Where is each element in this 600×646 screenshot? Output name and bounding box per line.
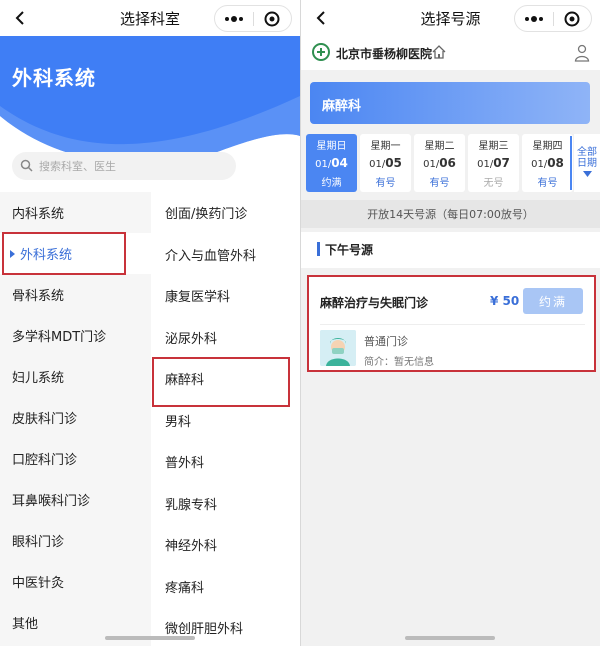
chevron-down-icon <box>582 169 592 180</box>
category-item[interactable]: 口腔科门诊 <box>0 438 151 479</box>
subdepartment-item[interactable]: 普外科 <box>151 441 300 483</box>
category-item[interactable]: 眼科门诊 <box>0 520 151 561</box>
hospital-name: 北京市垂杨柳医院 <box>336 47 433 61</box>
hero-title: 外科系统 <box>12 66 96 90</box>
subdepartment-item[interactable]: 介入与血管外科 <box>151 234 300 276</box>
date-card[interactable]: 星期二 01/06 有号 <box>414 134 465 192</box>
subdepartment-item[interactable]: 疼痛科 <box>151 566 300 608</box>
schedule-selection-screen: 选择号源 北京市垂杨柳医院 麻醉科 星期日 01/04 约满 星期一 01/05… <box>301 0 600 646</box>
subdepartment-item[interactable]: 泌尿外科 <box>151 317 300 359</box>
hospital-header: 北京市垂杨柳医院 <box>301 36 600 70</box>
nav-title: 选择科室 <box>119 9 180 28</box>
nav-title: 选择号源 <box>420 9 481 28</box>
subdepartment-item[interactable]: 乳腺专科 <box>151 483 300 525</box>
department-name: 麻醉科 <box>322 99 362 114</box>
date-selector: 星期日 01/04 约满 星期一 01/05 有号 星期二 01/06 有号 星… <box>304 134 600 194</box>
category-item[interactable]: 骨科系统 <box>0 274 151 315</box>
department-selection-screen: 选择科室 外科系统 搜索科室、医生 内科系统 外科系统 骨科系统 多学科MDT门… <box>0 0 300 646</box>
search-icon <box>20 157 33 176</box>
category-item[interactable]: 耳鼻喉科门诊 <box>0 479 151 520</box>
nav-bar: 选择号源 <box>301 0 600 36</box>
date-card[interactable]: 星期三 01/07 无号 <box>468 134 519 192</box>
release-notice: 开放14天号源（每日07:00放号） <box>301 200 600 228</box>
highlight-box <box>152 357 290 407</box>
highlight-box <box>307 275 596 372</box>
back-icon[interactable] <box>10 7 30 29</box>
home-indicator <box>405 636 495 640</box>
section-header: 下午号源 <box>301 232 600 268</box>
more-icon[interactable] <box>215 6 253 31</box>
category-item[interactable]: 内科系统 <box>0 192 151 233</box>
section-title: 下午号源 <box>325 243 374 257</box>
date-card[interactable]: 星期一 01/05 有号 <box>360 134 411 192</box>
user-icon[interactable] <box>574 44 590 66</box>
back-icon[interactable] <box>311 7 331 29</box>
all-dates-button[interactable]: 全部 日期 <box>574 134 600 192</box>
date-card-selected[interactable]: 星期日 01/04 约满 <box>306 134 357 192</box>
category-item[interactable]: 皮肤科门诊 <box>0 397 151 438</box>
more-icon[interactable] <box>515 6 553 31</box>
subdepartment-item[interactable]: 康复医学科 <box>151 275 300 317</box>
date-card[interactable]: 星期四 01/08 有号 <box>522 134 573 192</box>
close-target-icon[interactable] <box>253 6 291 31</box>
nav-bar: 选择科室 <box>0 0 300 36</box>
search-placeholder: 搜索科室、医生 <box>39 160 116 173</box>
subdepartment-item[interactable]: 微创肝胆外科 <box>151 607 300 646</box>
miniapp-capsule <box>514 5 592 32</box>
subdepartment-item[interactable]: 神经外科 <box>151 524 300 566</box>
hospital-logo-icon <box>312 43 330 61</box>
search-input[interactable]: 搜索科室、医生 <box>12 152 236 180</box>
home-icon[interactable] <box>431 44 447 64</box>
miniapp-capsule <box>214 5 292 32</box>
category-item[interactable]: 中医针灸 <box>0 561 151 602</box>
subdepartment-item[interactable]: 创面/换药门诊 <box>151 192 300 234</box>
section-accent-bar <box>317 242 320 256</box>
highlight-box <box>2 232 126 275</box>
scroll-divider <box>570 136 572 190</box>
category-item[interactable]: 妇儿系统 <box>0 356 151 397</box>
subdepartment-list: 创面/换药门诊 介入与血管外科 康复医学科 泌尿外科 麻醉科 男科 普外科 乳腺… <box>151 192 300 646</box>
category-item[interactable]: 多学科MDT门诊 <box>0 315 151 356</box>
home-indicator <box>105 636 195 640</box>
department-banner: 麻醉科 <box>310 82 590 124</box>
close-target-icon[interactable] <box>553 6 591 31</box>
